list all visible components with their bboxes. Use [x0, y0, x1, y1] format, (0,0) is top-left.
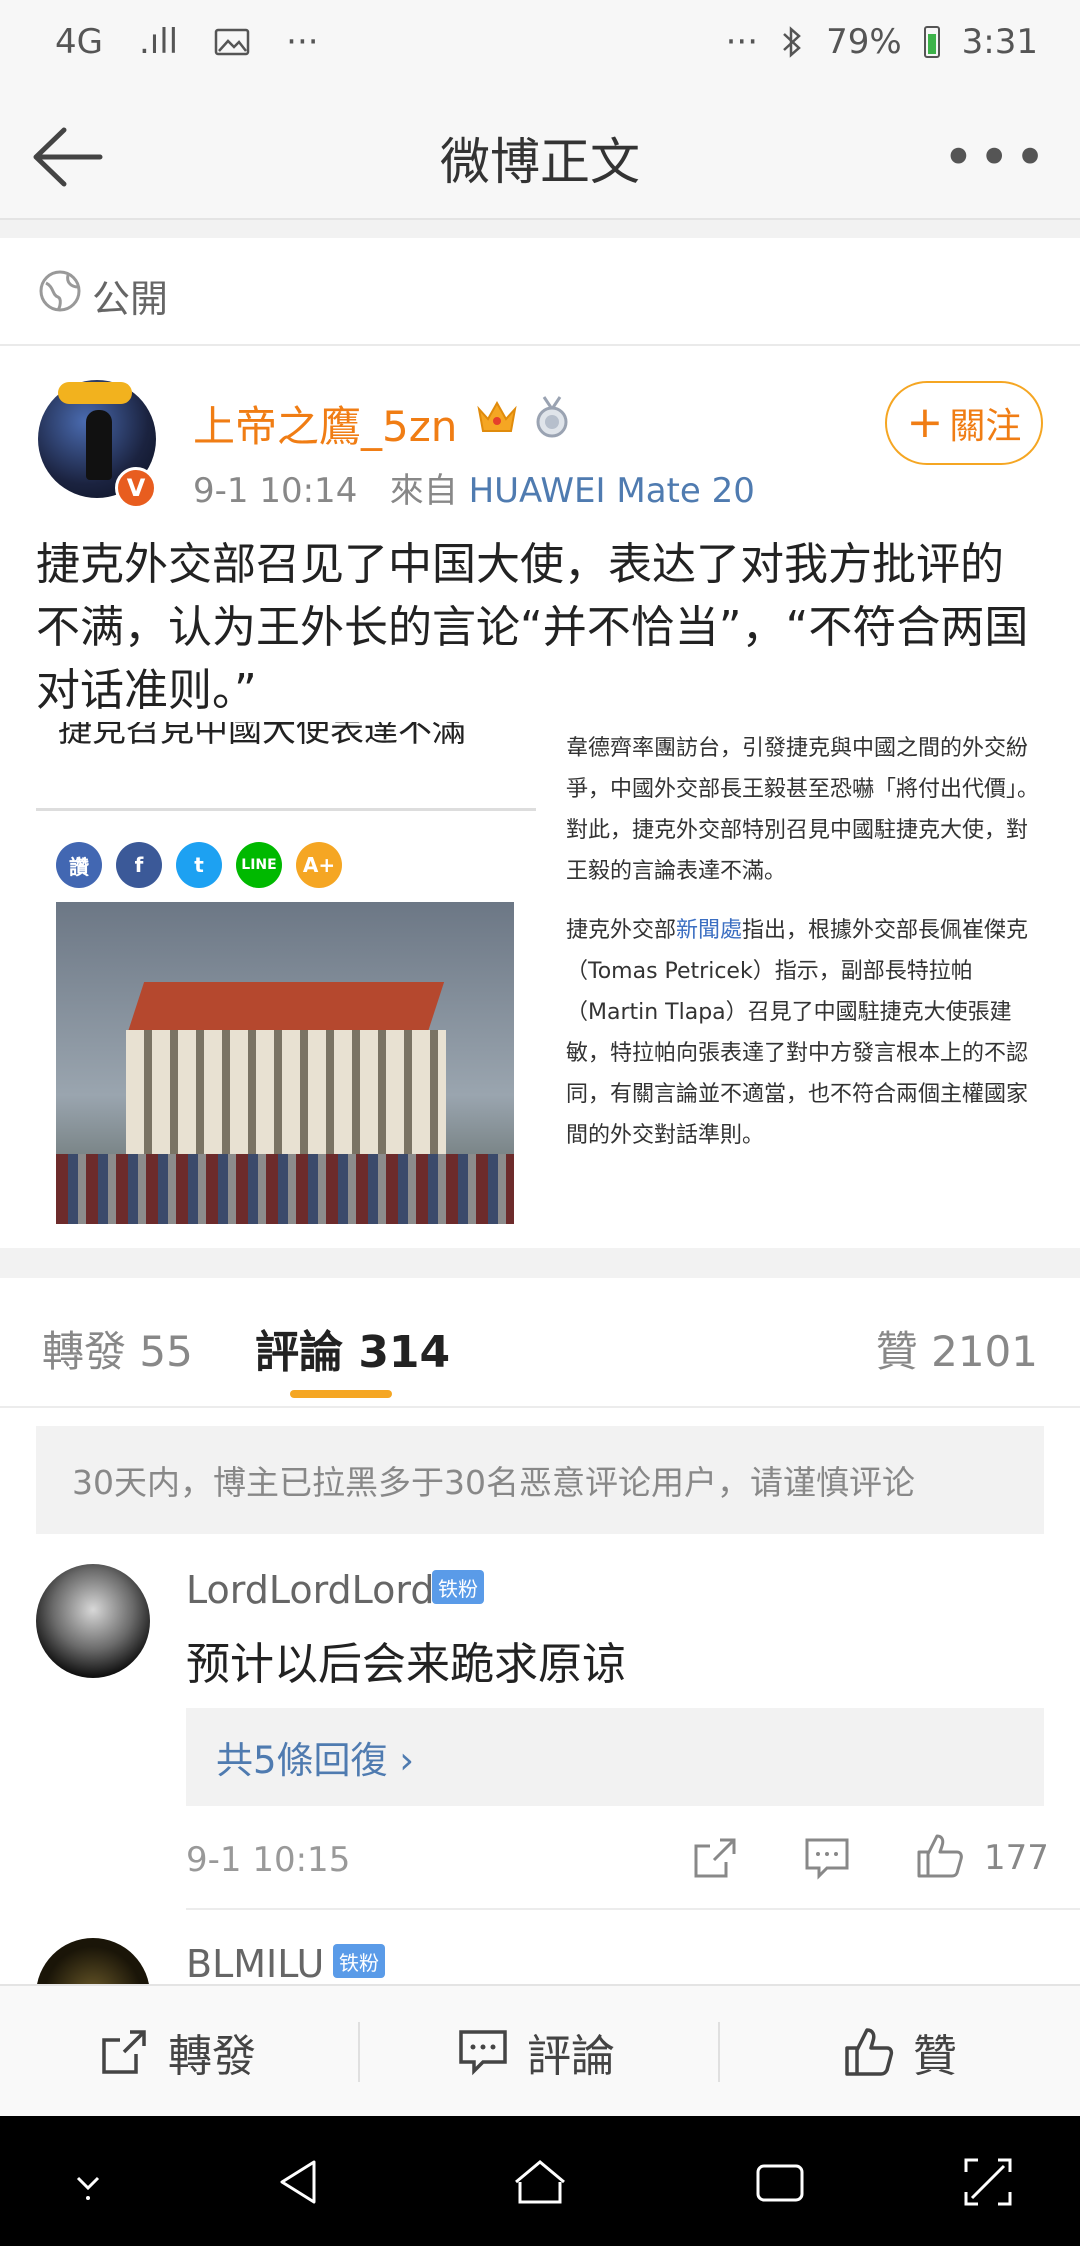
post-source[interactable]: HUAWEI Mate 20	[469, 471, 755, 511]
follow-button[interactable]: + 關注	[885, 381, 1043, 465]
bottom-action-bar: 轉發 評論 贊	[0, 1984, 1080, 2116]
like-button[interactable]: 贊	[843, 1986, 957, 2118]
post-image[interactable]: 捷克召見中國大使表達不滿 讚 f t LINE A+ 韋德齊率團訪台，引發捷克與…	[36, 722, 1044, 1224]
share-icon[interactable]	[690, 1836, 738, 1880]
tab-reposts[interactable]: 轉發 55	[42, 1318, 193, 1379]
repost-button[interactable]: 轉發	[98, 1986, 256, 2118]
parking-lot	[56, 1154, 514, 1224]
repost-icon	[102, 2030, 146, 2074]
building-photo	[56, 902, 514, 1224]
follow-label: 關注	[949, 406, 1022, 447]
action-separator	[718, 2022, 720, 2082]
battery-percent: 79%	[826, 22, 902, 62]
hide-keyboard-icon[interactable]	[58, 2152, 118, 2212]
interaction-tabs: 轉發 55 評論 314 贊 2101	[0, 1278, 1080, 1408]
post-meta: 9-1 10:14 來自 HUAWEI Mate 20	[193, 463, 755, 512]
reply-icon[interactable]	[803, 1836, 851, 1880]
notice-text: 30天内，博主已拉黑多于30名恶意评论用户，请谨慎评论	[72, 1463, 915, 1502]
recent-apps-icon[interactable]	[750, 2152, 810, 2212]
author-name[interactable]: 上帝之鷹_5zn	[193, 393, 457, 454]
avatar-crown-frame	[58, 382, 132, 404]
view-replies-button[interactable]: 共5條回復 ›	[186, 1708, 1044, 1806]
battery-icon	[923, 26, 940, 58]
facebook-icon: f	[116, 842, 162, 888]
globe-icon	[39, 270, 81, 312]
commenter-name[interactable]: LordLordLord	[186, 1568, 434, 1612]
post-timestamp: 9-1 10:14	[193, 471, 358, 511]
article-p2-rest: 指出，根據外交部長佩崔傑克（Tomas Petricek）指示，副部長特拉帕（M…	[566, 918, 1029, 1148]
medal-icon[interactable]	[532, 395, 572, 439]
visibility-row: 公開	[0, 238, 1080, 346]
system-navigation-bar	[0, 2116, 1080, 2246]
like-share-icon: 讚	[56, 842, 102, 888]
like-icon	[845, 2028, 894, 2076]
source-prefix: 來自	[389, 471, 458, 511]
image-icon	[214, 28, 250, 56]
commenter-name-2[interactable]: BLMILU	[186, 1942, 324, 1986]
section-divider	[0, 1248, 1080, 1278]
bluetooth-icon	[783, 26, 801, 58]
building-roof	[127, 982, 445, 1032]
status-bar: 4G .ıll ··· ··· 79% 3:31	[0, 0, 1080, 92]
comment-time: 9-1 10:15	[186, 1840, 351, 1880]
article-paragraph-1: 韋德齊率團訪台，引發捷克與中國之間的外交紛爭，中國外交部長王毅甚至恐嚇「將付出代…	[566, 736, 1040, 884]
active-tab-indicator	[290, 1390, 392, 1398]
status-overflow: ···	[286, 22, 319, 62]
fan-badge: 铁粉	[432, 1570, 484, 1604]
navigation-bar: 微博正文 •••	[0, 92, 1080, 220]
article-p2-start: 捷克外交部	[566, 918, 677, 943]
image-headline: 捷克召見中國大使表達不滿	[58, 722, 466, 750]
article-paragraph-2: 捷克外交部新聞處指出，根據外交部長佩崔傑克（Tomas Petricek）指示，…	[566, 910, 1044, 1156]
page-title: 微博正文	[440, 133, 640, 191]
image-share-row: 讚 f t LINE A+	[56, 842, 342, 888]
replies-label: 共5條回復 ›	[216, 1739, 415, 1782]
twitter-icon: t	[176, 842, 222, 888]
image-rule	[36, 808, 536, 811]
comment-text: 预计以后会来跪求原谅	[186, 1639, 626, 1690]
comment-button[interactable]: 評論	[457, 1986, 615, 2118]
vip-crown-icon[interactable]	[476, 397, 518, 437]
article-link: 新聞處	[676, 918, 743, 943]
verified-badge: V	[115, 467, 157, 509]
plus-icon: +	[906, 397, 944, 448]
separator	[0, 220, 1080, 238]
thumbs-up-icon[interactable]	[915, 1832, 965, 1880]
network-indicator: 4G	[55, 22, 103, 62]
commenter-avatar[interactable]	[36, 1564, 150, 1678]
back-icon[interactable]	[270, 2152, 330, 2212]
more-options-button[interactable]: •••	[942, 126, 1050, 189]
comment-like-count: 177	[984, 1838, 1049, 1878]
comment-label: 評論	[527, 2031, 615, 2082]
action-separator	[358, 2022, 360, 2082]
comment-icon	[459, 2030, 507, 2076]
visibility-label: 公開	[92, 277, 169, 321]
tab-comments[interactable]: 評論 314	[255, 1316, 450, 1380]
comment-divider	[186, 1908, 1080, 1910]
font-size-icon: A+	[296, 842, 342, 888]
repost-label: 轉發	[168, 2031, 256, 2082]
post-text: 捷克外交部召见了中国大使，表达了对我方批评的不满，认为王外长的言论“并不恰当”，…	[36, 539, 1029, 716]
fan-badge-2: 铁粉	[333, 1944, 385, 1978]
home-icon[interactable]	[510, 2152, 570, 2212]
signal-icon: .ıll	[138, 22, 179, 62]
tab-likes[interactable]: 贊 2101	[876, 1318, 1038, 1379]
line-icon: LINE	[236, 842, 282, 888]
image-article-text: 韋德齊率團訪台，引發捷克與中國之間的外交紛爭，中國外交部長王毅甚至恐嚇「將付出代…	[566, 728, 1044, 1174]
like-label: 贊	[913, 2031, 957, 2082]
comment-notice: 30天内，博主已拉黑多于30名恶意评论用户，请谨慎评论	[36, 1426, 1044, 1534]
clock: 3:31	[961, 22, 1038, 62]
screen-expand-icon[interactable]	[958, 2152, 1018, 2212]
building-facade	[126, 1030, 446, 1160]
status-overflow-right: ···	[725, 22, 759, 62]
